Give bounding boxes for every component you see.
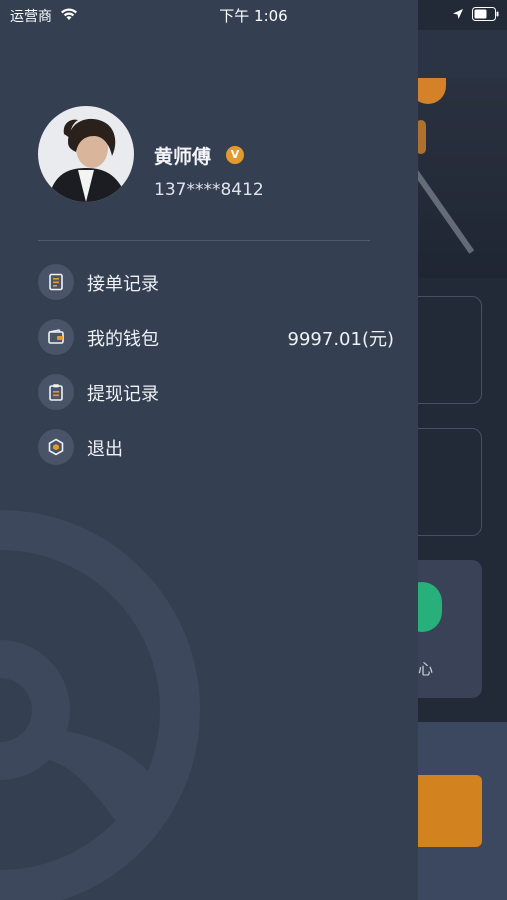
menu-item-wallet[interactable]: 我的钱包 9997.01(元) bbox=[0, 311, 418, 363]
side-drawer: 黄师傅 V 137****8412 接单记录 我的钱包 9997.01(元) 提… bbox=[0, 0, 418, 900]
steering-wheel-watermark-icon bbox=[0, 510, 200, 900]
battery-icon bbox=[472, 7, 499, 21]
location-arrow-icon bbox=[453, 9, 463, 19]
menu-item-label: 接单记录 bbox=[87, 274, 159, 295]
wallet-icon bbox=[38, 319, 74, 355]
order-record-icon bbox=[38, 264, 74, 300]
logout-icon bbox=[38, 429, 74, 465]
menu-item-order-records[interactable]: 接单记录 bbox=[0, 256, 418, 308]
menu-item-logout[interactable]: 退出 bbox=[0, 421, 418, 473]
avatar[interactable] bbox=[38, 106, 134, 202]
withdraw-record-icon bbox=[38, 374, 74, 410]
user-phone: 137****8412 bbox=[154, 180, 264, 200]
user-name: 黄师傅 bbox=[154, 146, 212, 168]
wallet-balance: 9997.01(元) bbox=[287, 329, 394, 350]
background-action-button[interactable] bbox=[410, 775, 482, 847]
status-time: 下午 1:06 bbox=[219, 7, 288, 25]
menu-item-label: 提现记录 bbox=[87, 384, 159, 405]
background-tile-label: 心 bbox=[418, 660, 434, 678]
menu-item-label: 我的钱包 bbox=[87, 329, 159, 350]
avatar-photo bbox=[38, 106, 134, 202]
menu-item-withdraw-records[interactable]: 提现记录 bbox=[0, 366, 418, 418]
verified-badge-icon: V bbox=[226, 146, 244, 164]
status-bar: 运营商 下午 1:06 bbox=[0, 0, 507, 30]
profile-divider bbox=[38, 240, 370, 241]
menu-item-label: 退出 bbox=[87, 439, 123, 460]
